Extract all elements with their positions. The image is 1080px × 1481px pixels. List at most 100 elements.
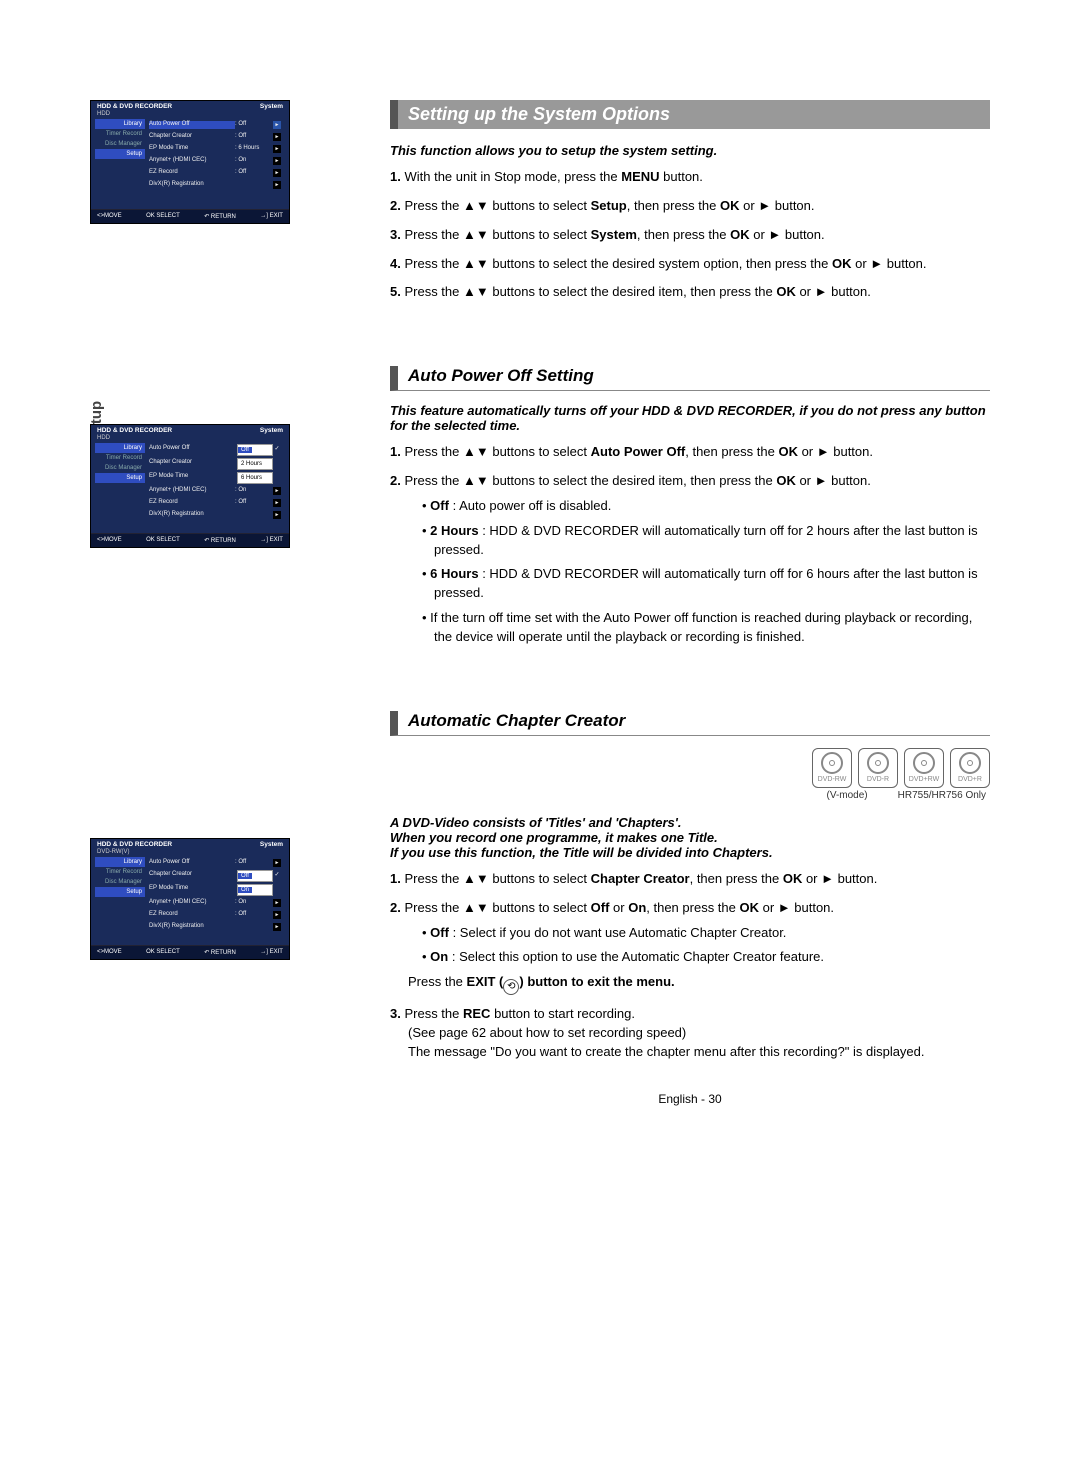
osd-row-value — [235, 511, 271, 519]
sidebar: HDD & DVD RECORDER System HDD Library Ti… — [90, 100, 360, 1106]
osd-screenshot-3: HDD & DVD RECORDER System DVD-RW(V) Libr… — [90, 838, 290, 960]
sub-item: Off : Auto power off is disabled. — [422, 497, 990, 516]
sub-item: 6 Hours : HDD & DVD RECORDER will automa… — [422, 565, 990, 603]
arrow-right-icon: ► — [273, 911, 281, 919]
osd-nav-item[interactable]: Disc Manager — [95, 877, 145, 887]
osd-section: System — [260, 841, 283, 848]
osd-row-label[interactable]: EP Mode Time — [149, 473, 237, 483]
osd-nav-item[interactable]: Setup — [95, 149, 145, 159]
osd-title: HDD & DVD RECORDER — [97, 427, 172, 434]
osd-nav-item[interactable]: Library — [95, 443, 145, 453]
osd-nav-item[interactable]: Library — [95, 119, 145, 129]
osd-row-value: : Off — [235, 133, 271, 141]
osd-dropdown-option[interactable]: Off — [238, 447, 252, 453]
osd-row-value: : On — [235, 487, 271, 495]
osd-hint-exit: →] EXIT — [260, 537, 283, 544]
step: 1. Press the ▲▼ buttons to select Chapte… — [390, 870, 990, 889]
step: 2. Press the ▲▼ buttons to select Off or… — [390, 899, 990, 996]
lead-text: This function allows you to setup the sy… — [390, 143, 990, 158]
lead-text: This feature automatically turns off you… — [390, 403, 990, 433]
sub-item: Off : Select if you do not want use Auto… — [422, 924, 990, 943]
osd-dropdown-option[interactable]: Off — [238, 873, 252, 879]
osd-nav-item[interactable]: Disc Manager — [95, 463, 145, 473]
osd-row-label[interactable]: Anynet+ (HDMI CEC) — [149, 157, 235, 165]
sub-list: Off : Select if you do not want use Auto… — [422, 924, 990, 968]
osd-mode-badge: HDD — [91, 435, 289, 443]
arrow-right-icon: ► — [273, 181, 281, 189]
step: 3. Press the REC button to start recordi… — [390, 1005, 990, 1062]
osd-mode-badge: DVD-RW(V) — [91, 849, 289, 857]
osd-row-label[interactable]: Auto Power Off — [149, 445, 237, 455]
osd-list: Auto Power Off: Off► Chapter CreatorOff✓… — [145, 857, 285, 933]
osd-nav-item[interactable]: Disc Manager — [95, 139, 145, 149]
main-content: Setting up the System Options This funct… — [360, 100, 990, 1106]
check-icon: ✓ — [273, 871, 281, 881]
osd-dropdown-option[interactable]: On — [238, 887, 252, 893]
osd-hint-move: <>MOVE — [97, 537, 122, 544]
step: 5. Press the ▲▼ buttons to select the de… — [390, 283, 990, 302]
osd-row-value: : Off — [235, 169, 271, 177]
steps-list: 1. Press the ▲▼ buttons to select Auto P… — [390, 443, 990, 647]
osd-row-value: : 6 Hours — [235, 145, 271, 153]
osd-nav-item[interactable]: Setup — [95, 473, 145, 483]
osd-row-label[interactable]: Anynet+ (HDMI CEC) — [149, 899, 235, 907]
osd-row-label[interactable]: Anynet+ (HDMI CEC) — [149, 487, 235, 495]
osd-row-label[interactable]: Chapter Creator — [149, 133, 235, 141]
osd-row-label[interactable]: EP Mode Time — [149, 145, 235, 153]
osd-hint-return: ↶ RETURN — [204, 537, 236, 544]
osd-row-label[interactable]: EP Mode Time — [149, 885, 237, 895]
osd-mode-badge: HDD — [91, 111, 289, 119]
check-icon: ✓ — [273, 445, 281, 455]
sub-list: Off : Auto power off is disabled. 2 Hour… — [422, 497, 990, 647]
disc-icon: DVD+R — [950, 748, 990, 788]
osd-dropdown-option[interactable]: 6 Hours — [237, 472, 273, 484]
osd-row-value — [235, 923, 271, 931]
osd-row-label[interactable]: DivX(R) Registration — [149, 181, 235, 189]
osd-row-label[interactable]: Chapter Creator — [149, 871, 237, 881]
osd-row-label[interactable]: Auto Power Off — [149, 121, 235, 129]
osd-row-label[interactable]: EZ Record — [149, 911, 235, 919]
osd-nav-item[interactable]: Timer Record — [95, 129, 145, 139]
osd-hint-exit: →] EXIT — [260, 949, 283, 956]
osd-hint-move: <>MOVE — [97, 949, 122, 956]
osd-row-label[interactable]: EZ Record — [149, 499, 235, 507]
osd-list: Auto Power Off: Off► Chapter Creator: Of… — [145, 119, 285, 191]
sub-item: 2 Hours : HDD & DVD RECORDER will automa… — [422, 522, 990, 560]
osd-nav-item[interactable]: Library — [95, 857, 145, 867]
osd-dropdown-option[interactable]: 2 Hours — [237, 458, 273, 470]
osd-row-label[interactable]: DivX(R) Registration — [149, 511, 235, 519]
osd-row-value: : Off — [235, 911, 271, 919]
disc-caption: (V-mode) HR755/HR756 Only — [390, 790, 990, 801]
step: 4. Press the ▲▼ buttons to select the de… — [390, 255, 990, 274]
osd-hint-exit: →] EXIT — [260, 213, 283, 220]
osd-footer: <>MOVE OK SELECT ↶ RETURN →] EXIT — [91, 945, 289, 959]
arrow-right-icon: ► — [273, 923, 281, 931]
osd-section: System — [260, 427, 283, 434]
osd-title: HDD & DVD RECORDER — [97, 103, 172, 110]
osd-nav-item[interactable]: Timer Record — [95, 867, 145, 877]
step: 1. Press the ▲▼ buttons to select Auto P… — [390, 443, 990, 462]
osd-row-label[interactable]: DivX(R) Registration — [149, 923, 235, 931]
osd-nav-item[interactable]: Setup — [95, 887, 145, 897]
osd-row-label[interactable]: Auto Power Off — [149, 859, 235, 867]
osd-row-label[interactable]: Chapter Creator — [149, 459, 237, 469]
osd-list: Auto Power OffOff ✓ Chapter Creator2 Hour… — [145, 443, 285, 521]
osd-row-value: : Off — [235, 859, 271, 867]
osd-footer: <>MOVE OK SELECT ↶ RETURN →] EXIT — [91, 533, 289, 547]
disc-icon-row: DVD-RW DVD-R DVD+RW DVD+R — [390, 748, 990, 788]
lead-text: A DVD-Video consists of 'Titles' and 'Ch… — [390, 815, 990, 860]
arrow-right-icon: ► — [273, 499, 281, 507]
step: 3. Press the ▲▼ buttons to select System… — [390, 226, 990, 245]
sub-item: On : Select this option to use the Autom… — [422, 948, 990, 967]
osd-nav-item[interactable]: Timer Record — [95, 453, 145, 463]
osd-row-label[interactable]: EZ Record — [149, 169, 235, 177]
arrow-right-icon[interactable]: ► — [273, 121, 281, 129]
step: 1. With the unit in Stop mode, press the… — [390, 168, 990, 187]
steps-list: 1. Press the ▲▼ buttons to select Chapte… — [390, 870, 990, 1062]
arrow-right-icon: ► — [273, 859, 281, 867]
osd-row-value: : Off — [235, 121, 271, 129]
steps-list: 1. With the unit in Stop mode, press the… — [390, 168, 990, 302]
osd-row-value: : On — [235, 157, 271, 165]
exit-icon: ⟲ — [503, 979, 519, 995]
osd-hint-select: OK SELECT — [146, 537, 180, 544]
